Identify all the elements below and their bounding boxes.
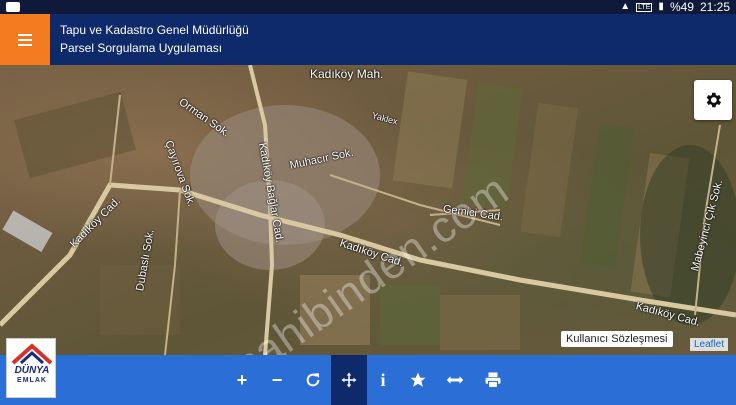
app-header: Tapu ve Kadastro Genel Müdürlüğü Parsel … bbox=[0, 14, 736, 65]
pan-button[interactable] bbox=[331, 355, 367, 405]
print-icon bbox=[485, 372, 501, 389]
info-button[interactable]: i bbox=[365, 355, 401, 405]
signal-icon: ▲ bbox=[620, 1, 631, 12]
arrows-horizontal-icon bbox=[446, 376, 464, 384]
status-bar: ▲ LTE ▮ %49 21:25 bbox=[0, 0, 736, 14]
house-roof-icon bbox=[11, 343, 53, 365]
map-toolbar: + − i bbox=[0, 355, 736, 405]
gear-icon bbox=[706, 92, 722, 108]
logo-line1: DÜNYA bbox=[14, 365, 50, 376]
refresh-icon bbox=[306, 373, 320, 387]
zoom-in-button[interactable]: + bbox=[224, 355, 260, 405]
network-type: LTE bbox=[636, 2, 653, 12]
star-icon bbox=[410, 372, 426, 387]
wifi-icon: ▮ bbox=[658, 1, 664, 12]
hamburger-icon bbox=[18, 31, 32, 49]
terms-button[interactable]: Kullanıcı Sözleşmesi bbox=[561, 331, 673, 347]
battery-level: %49 bbox=[669, 0, 694, 14]
label-kadikoy-mah: Kadıköy Mah. bbox=[310, 67, 384, 81]
app-subtitle: Parsel Sorgulama Uygulaması bbox=[60, 41, 223, 55]
menu-button[interactable] bbox=[0, 14, 50, 65]
favorite-button[interactable] bbox=[400, 355, 436, 405]
notification-icon bbox=[6, 2, 20, 12]
logo-line2: EMLAK bbox=[17, 377, 47, 384]
dunya-emlak-logo: DÜNYA EMLAK bbox=[6, 338, 56, 398]
print-button[interactable] bbox=[475, 355, 511, 405]
status-right: ▲ LTE ▮ %49 21:25 bbox=[620, 0, 730, 14]
map-view[interactable]: sahibinden.com Kadıköy Mah. Orman Sok. Ç… bbox=[0, 65, 736, 355]
move-icon bbox=[341, 372, 357, 388]
zoom-out-button[interactable]: − bbox=[259, 355, 295, 405]
leaflet-attribution-link[interactable]: Leaflet bbox=[690, 338, 729, 351]
measure-button[interactable] bbox=[437, 355, 473, 405]
clock: 21:25 bbox=[699, 0, 730, 14]
settings-button[interactable] bbox=[694, 80, 732, 120]
app-title: Tapu ve Kadastro Genel Müdürlüğü bbox=[60, 23, 249, 37]
refresh-button[interactable] bbox=[295, 355, 331, 405]
